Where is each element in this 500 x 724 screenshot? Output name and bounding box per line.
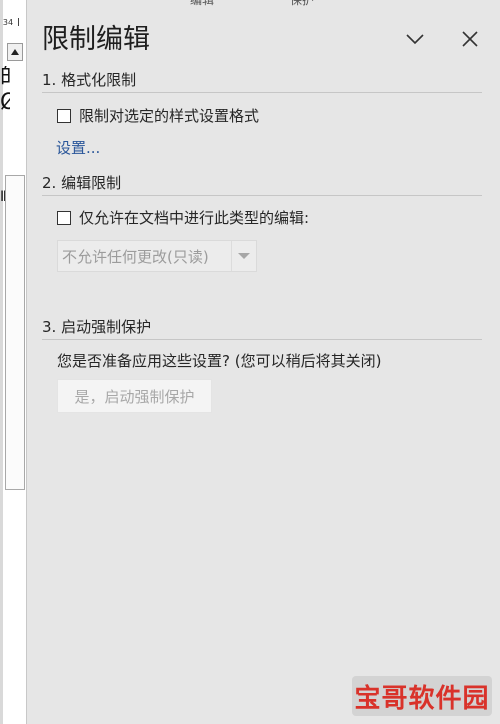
formatting-restriction-label: 限制对选定的样式设置格式 (79, 107, 260, 125)
section-formatting-restrictions: 1. 格式化限制 (42, 70, 482, 93)
editing-restriction-label: 仅允许在文档中进行此类型的编辑: (79, 209, 310, 227)
formatting-restriction-checkbox-row[interactable]: 限制对选定的样式设置格式 (57, 105, 259, 126)
formatting-restriction-checkbox[interactable] (57, 108, 71, 123)
start-enforcing-button[interactable]: 是，启动强制保护 (57, 379, 212, 413)
editing-restriction-checkbox-row[interactable]: 仅允许在文档中进行此类型的编辑: (57, 207, 309, 228)
scroll-up-button[interactable] (7, 43, 23, 61)
restrict-editing-pane: 限制编辑 1. 格式化限制 限制对选定的样式设置格式 设置... 2. 编辑限制… (27, 0, 500, 724)
editing-type-dropdown[interactable]: 不允许任何更改(只读) (57, 240, 257, 272)
ruler-tick (18, 18, 19, 26)
app-window: 编辑 保护 34 的 Ø Ⅱ 限制编辑 1. 格式化限制 限制对 (0, 0, 500, 724)
pane-title: 限制编辑 (42, 24, 150, 55)
watermark-logo: 宝哥软件园 (352, 676, 492, 716)
dropdown-value: 不允许任何更改(只读) (62, 247, 209, 266)
pane-options-button[interactable] (400, 24, 430, 54)
watermark-text: 宝哥软件园 (354, 683, 490, 714)
settings-link[interactable]: 设置... (56, 137, 100, 158)
enforcement-question: 您是否准备应用这些设置? (您可以稍后将其关闭) (57, 352, 382, 370)
editing-restriction-checkbox[interactable] (57, 210, 71, 225)
document-text-fragment: 的 (0, 66, 10, 88)
close-icon (462, 31, 478, 47)
document-area: 34 的 Ø Ⅱ (0, 0, 27, 724)
document-scrollbar[interactable] (5, 175, 25, 490)
ruler-number: 34 (2, 18, 14, 27)
chevron-down-icon (406, 34, 424, 45)
section-editing-restrictions: 2. 编辑限制 (42, 173, 482, 196)
document-text-fragment: Ø (0, 92, 10, 114)
section-start-enforcement: 3. 启动强制保护 (42, 317, 482, 340)
dropdown-arrow-icon[interactable] (231, 241, 256, 271)
pane-close-button[interactable] (455, 24, 485, 54)
